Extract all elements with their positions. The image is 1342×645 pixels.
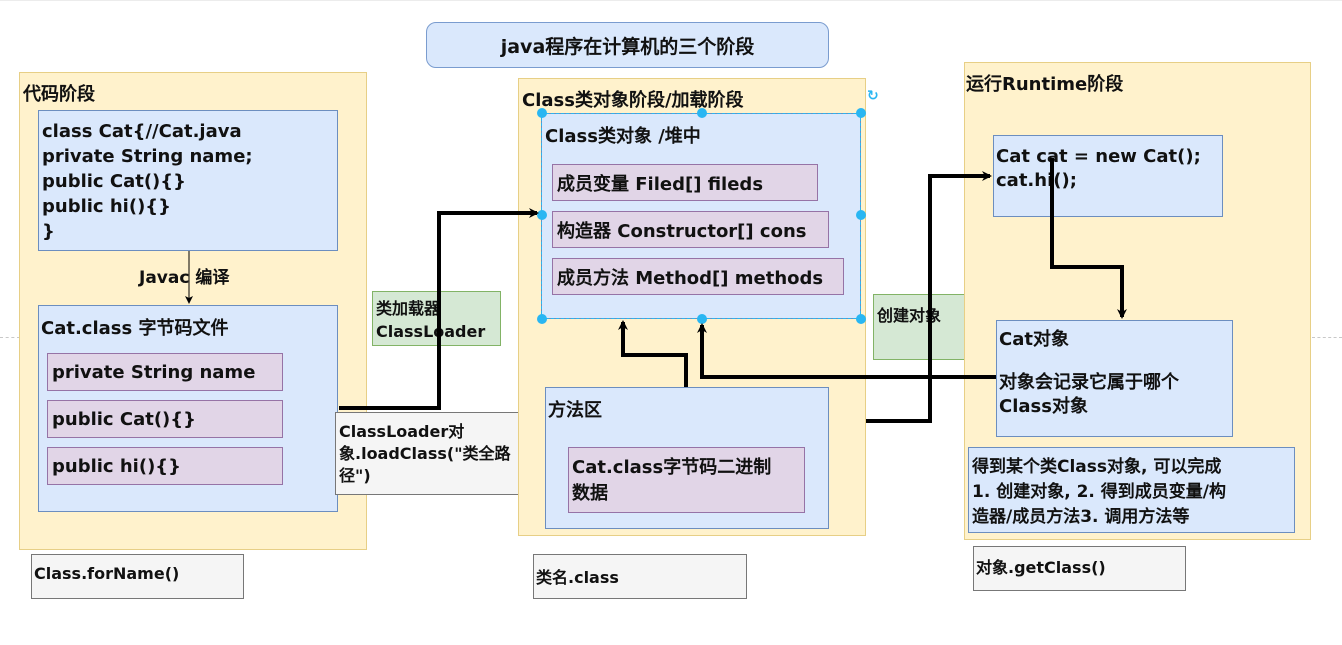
create-object-arrow[interactable]: [866, 171, 992, 423]
new-object-arrow[interactable]: [1050, 158, 1127, 319]
connector-layer: [185, 158, 1127, 423]
object-records-class-arrow[interactable]: [697, 323, 996, 379]
method-area-to-class-object-arrow[interactable]: [618, 320, 688, 387]
load-class-arrow[interactable]: [339, 208, 539, 410]
